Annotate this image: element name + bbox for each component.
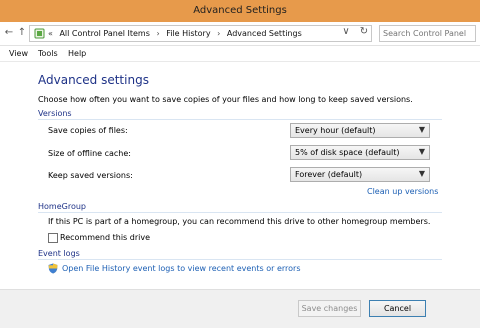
homegroup-divider: [38, 212, 442, 213]
search-input[interactable]: [383, 27, 473, 40]
keep-versions-dropdown[interactable]: Forever (default) ▼: [290, 167, 430, 182]
title-bar: Advanced Settings: [0, 0, 480, 22]
keep-versions-label: Keep saved versions:: [48, 171, 133, 180]
breadcrumb-separator[interactable]: ›: [217, 29, 220, 38]
save-copies-label: Save copies of files:: [48, 126, 128, 135]
page-description: Choose how often you want to save copies…: [38, 95, 413, 104]
breadcrumb: « All Control Panel Items › File History…: [48, 29, 306, 38]
address-row: ← ↑ « All Control Panel Items › File His…: [0, 22, 480, 46]
homegroup-section-label: HomeGroup: [38, 202, 86, 211]
keep-versions-value: Forever (default): [295, 170, 363, 179]
recommend-drive-label[interactable]: Recommend this drive: [60, 233, 150, 242]
versions-divider: [38, 119, 442, 120]
clean-up-versions-link[interactable]: Clean up versions: [367, 187, 438, 196]
address-bar[interactable]: « All Control Panel Items › File History…: [29, 25, 372, 42]
save-copies-value: Every hour (default): [295, 126, 376, 135]
open-event-logs-link[interactable]: Open File History event logs to view rec…: [62, 264, 300, 273]
chevron-down-icon: ▼: [418, 125, 425, 134]
breadcrumb-advanced-settings[interactable]: Advanced Settings: [227, 29, 302, 38]
save-copies-dropdown[interactable]: Every hour (default) ▼: [290, 123, 430, 138]
breadcrumb-all-items[interactable]: All Control Panel Items: [59, 29, 149, 38]
event-logs-section-label: Event logs: [38, 249, 80, 258]
offline-cache-value: 5% of disk space (default): [295, 148, 400, 157]
page-title: Advanced settings: [38, 73, 149, 87]
offline-cache-dropdown[interactable]: 5% of disk space (default) ▼: [290, 145, 430, 160]
refresh-icon[interactable]: ↻: [357, 25, 371, 39]
event-logs-divider: [38, 259, 442, 260]
address-dropdown-icon[interactable]: ∨: [339, 25, 353, 39]
menu-view[interactable]: View: [9, 49, 28, 58]
offline-cache-label: Size of offline cache:: [48, 149, 131, 158]
control-panel-icon: [34, 28, 45, 39]
main-content: Advanced settings Choose how often you w…: [0, 62, 480, 289]
shield-icon: [48, 263, 58, 274]
cancel-button[interactable]: Cancel: [369, 300, 426, 317]
menu-help[interactable]: Help: [68, 49, 86, 58]
recommend-drive-checkbox[interactable]: [48, 233, 58, 243]
menu-tools[interactable]: Tools: [38, 49, 58, 58]
menu-bar: View Tools Help: [0, 46, 480, 62]
versions-section-label: Versions: [38, 109, 72, 118]
breadcrumb-separator[interactable]: ›: [156, 29, 159, 38]
homegroup-text: If this PC is part of a homegroup, you c…: [48, 217, 431, 226]
chevron-down-icon: ▼: [418, 147, 425, 156]
window-title: Advanced Settings: [193, 5, 287, 16]
footer-bar: Save changes Cancel: [0, 289, 480, 328]
chevron-down-icon: ▼: [418, 169, 425, 178]
breadcrumb-overflow[interactable]: «: [48, 29, 53, 38]
back-icon[interactable]: ←: [3, 26, 15, 40]
breadcrumb-file-history[interactable]: File History: [166, 29, 210, 38]
up-icon[interactable]: ↑: [16, 26, 28, 40]
save-changes-button[interactable]: Save changes: [298, 300, 361, 317]
search-box[interactable]: [379, 25, 476, 42]
